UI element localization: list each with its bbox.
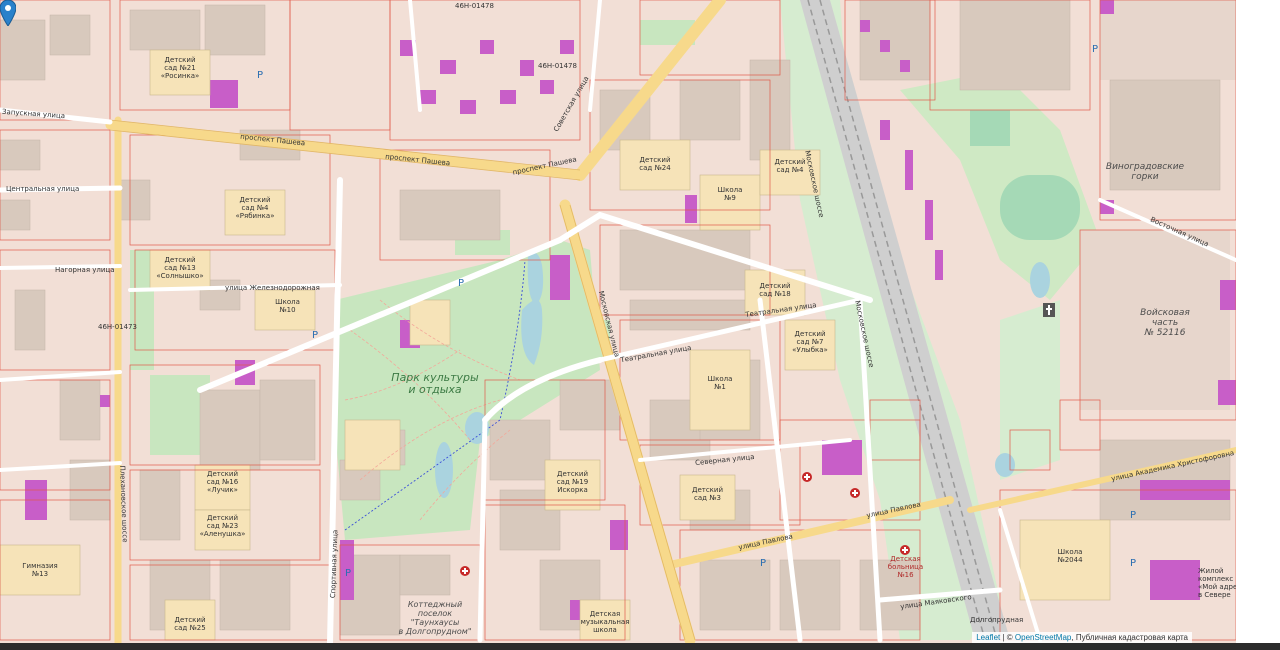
parking-icon: P (345, 568, 352, 579)
place-vinogradovskie: Виноградовские горки (1105, 162, 1185, 182)
facility-school1: Школа №1 (707, 375, 733, 391)
bottom-bar (0, 643, 1280, 650)
hospital-icon (850, 488, 860, 498)
hospital-icon (802, 472, 812, 482)
facility-ds4b: Детский сад №4 (774, 158, 806, 174)
facility-gymnasium13: Гимназия №13 (22, 562, 58, 578)
facility-ds3: Детский сад №3 (691, 486, 724, 502)
road-label-01478-a: 46Н-01478 (455, 2, 494, 10)
facility-residential-complex: Жилой комплекс «Мой адрес» в Севере (1198, 567, 1236, 599)
map-viewport[interactable]: проспект Пашева проспект Пашева проспект… (0, 0, 1236, 643)
road-label-01478-b: 46Н-01478 (538, 62, 577, 70)
attribution-cadastral: , Публичная кадастровая карта (1071, 633, 1188, 642)
parking-icon: P (1130, 558, 1137, 569)
hospital-icon (900, 545, 910, 555)
facility-ds16: Детский сад №16 «Лучик» (206, 470, 239, 494)
facility-music-school: Детская музыкальная школа (580, 610, 630, 634)
right-panel (1236, 0, 1280, 643)
parking-icon: P (458, 278, 465, 289)
park-label: Парк культуры и отдыха (391, 371, 479, 396)
map-attribution: Leaflet | © OpenStreetMap, Публичная кад… (972, 632, 1192, 643)
parking-icon: P (760, 558, 767, 569)
parking-icon: P (1092, 44, 1099, 55)
attribution-separator: | © (1000, 633, 1015, 642)
facility-ds13: Детский сад №13 «Солнышко» (156, 256, 204, 280)
hospital-icon (460, 566, 470, 576)
church-icon (1043, 303, 1055, 317)
facility-ds19: Детский сад №19 Искорка (556, 470, 589, 494)
place-cottage: Коттеджный поселок "Таунхаусы в Долгопру… (398, 600, 472, 636)
place-military-unit: Войсковая часть № 52116 (1140, 308, 1190, 338)
facility-hospital: Детская больница №16 (887, 555, 924, 579)
road-label-01473: 46Н-01473 (98, 323, 137, 331)
leaflet-link[interactable]: Leaflet (976, 633, 1000, 642)
facility-ds23: Детский сад №23 «Аленушка» (199, 514, 246, 538)
map-tiles (0, 0, 1236, 643)
road-label-nagornaya: Нагорная улица (55, 266, 115, 274)
facility-school9: Школа №9 (717, 186, 743, 202)
road-label-zheleznodorozh: улица Железнодорожная (225, 284, 320, 292)
road-label-dolgoprudnaya: Долгопрудная (970, 616, 1024, 624)
facility-ds21: Детский сад №21 «Росинка» (160, 56, 200, 80)
parking-icon: P (1130, 510, 1137, 521)
facility-ds4: Детский сад №4 «Рябинка» (235, 196, 275, 220)
facility-ds7: Детский сад №7 «Улыбка» (792, 330, 828, 354)
parking-icon: P (257, 70, 264, 81)
openstreetmap-link[interactable]: OpenStreetMap (1015, 633, 1071, 642)
facility-ds18: Детский сад №18 (759, 282, 791, 298)
parking-icon: P (312, 330, 319, 341)
road-label-central: Центральная улица (6, 185, 80, 193)
location-pin-icon[interactable] (0, 0, 16, 26)
facility-school2044: Школа №2044 (1057, 548, 1083, 564)
facility-ds25: Детский сад №25 (174, 616, 206, 632)
facility-ds24: Детский сад №24 (639, 156, 671, 172)
facility-school10: Школа №10 (275, 298, 300, 314)
